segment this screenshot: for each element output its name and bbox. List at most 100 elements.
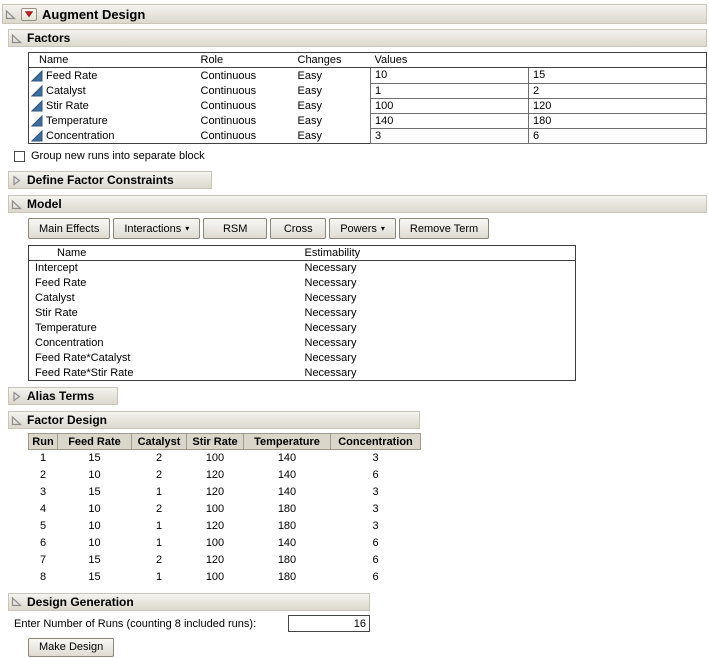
value-cell: 140 [244,535,331,552]
term-estimability-cell[interactable]: Necessary [301,336,576,351]
factor-role-cell[interactable]: Continuous [197,98,294,113]
term-estimability-cell[interactable]: Necessary [301,291,576,306]
factor-role-cell[interactable]: Continuous [197,83,294,98]
factor-row: Concentration Continuous Easy 3 6 [29,128,707,144]
group-runs-row: Group new runs into separate block [14,149,709,163]
value-cell: 3 [331,518,421,535]
factor-role-cell[interactable]: Continuous [197,68,294,84]
model-term-row: Feed Rate*CatalystNecessary [29,351,576,366]
disclosure-open-icon [11,596,22,607]
factor-low-value[interactable]: 1 [371,83,529,98]
value-cell: 6 [331,535,421,552]
disclosure-closed-icon [11,391,22,402]
rsm-button[interactable]: RSM [203,218,267,239]
factor-high-value[interactable]: 15 [529,68,707,84]
run-cell: 6 [29,535,58,552]
value-cell: 6 [331,467,421,484]
outline-header-model[interactable]: Model [8,195,707,213]
factor-name-cell[interactable]: Concentration [29,128,197,143]
factor-changes-cell[interactable]: Easy [294,83,371,98]
factor-low-value[interactable]: 10 [371,68,529,84]
disclosure-closed-icon [11,175,22,186]
term-estimability-cell[interactable]: Necessary [301,351,576,366]
value-cell: 6 [331,552,421,569]
factor-low-value[interactable]: 3 [371,128,529,144]
dropdown-arrow-icon: ▾ [185,225,189,233]
value-cell: 6 [331,569,421,586]
factor-low-value[interactable]: 140 [371,113,529,128]
factor-row: Temperature Continuous Easy 140 180 [29,113,707,128]
disclosure-open-icon [11,415,22,426]
factor-changes-cell[interactable]: Easy [294,113,371,128]
factor-name-cell[interactable]: Temperature [29,113,197,128]
term-name-cell[interactable]: Intercept [29,261,301,276]
main-effects-button[interactable]: Main Effects [28,218,110,239]
factor-name-cell[interactable]: Catalyst [29,83,197,98]
term-name-cell[interactable]: Concentration [29,336,301,351]
term-estimability-cell[interactable]: Necessary [301,306,576,321]
factor-name-cell[interactable]: Feed Rate [29,68,197,83]
design-row: 31511201403 [29,484,421,501]
remove-term-button[interactable]: Remove Term [399,218,489,239]
term-name-cell[interactable]: Temperature [29,321,301,336]
model-col-estimability: Estimability [301,246,576,261]
outline-header-augment-design[interactable]: Augment Design [2,4,707,24]
term-estimability-cell[interactable]: Necessary [301,261,576,276]
value-cell: 1 [132,535,187,552]
factor-role-cell[interactable]: Continuous [197,113,294,128]
outline-header-design-generation[interactable]: Design Generation [8,593,370,611]
continuous-factor-icon [31,100,43,112]
cross-button[interactable]: Cross [270,218,326,239]
value-cell: 3 [331,501,421,518]
factors-table: Name Role Changes Values Feed Rate Conti… [28,52,707,144]
factor-high-value[interactable]: 2 [529,83,707,98]
term-name-cell[interactable]: Feed Rate*Catalyst [29,351,301,366]
term-estimability-cell[interactable]: Necessary [301,321,576,336]
factor-role-cell[interactable]: Continuous [197,128,294,144]
disclosure-open-icon [11,33,22,44]
factor-changes-cell[interactable]: Easy [294,68,371,84]
design-col-temperature: Temperature [244,434,331,450]
value-cell: 100 [187,501,244,518]
outline-header-factors[interactable]: Factors [8,29,707,47]
interactions-button[interactable]: Interactions▾ [113,218,200,239]
design-row: 21021201406 [29,467,421,484]
outline-header-alias-terms[interactable]: Alias Terms [8,387,118,405]
design-row: 51011201803 [29,518,421,535]
factor-high-value[interactable]: 6 [529,128,707,144]
term-estimability-cell[interactable]: Necessary [301,276,576,291]
design-col-run: Run [29,434,58,450]
factor-changes-cell[interactable]: Easy [294,98,371,113]
augment-design-window: Augment Design Factors Name Role Changes… [0,0,709,658]
red-triangle-menu-button[interactable] [21,8,37,21]
continuous-factor-icon [31,70,43,82]
value-cell: 10 [58,467,132,484]
term-estimability-cell[interactable]: Necessary [301,366,576,381]
outline-header-define-factor-constraints[interactable]: Define Factor Constraints [8,171,212,189]
factors-col-changes: Changes [294,53,371,68]
value-cell: 140 [244,467,331,484]
term-name-cell[interactable]: Feed Rate*Stir Rate [29,366,301,381]
number-of-runs-row: Enter Number of Runs (counting 8 include… [14,615,370,633]
factor-high-value[interactable]: 120 [529,98,707,113]
factor-low-value[interactable]: 100 [371,98,529,113]
factor-changes-cell[interactable]: Easy [294,128,371,144]
term-name-cell[interactable]: Feed Rate [29,276,301,291]
powers-button[interactable]: Powers▾ [329,218,396,239]
model-term-row: ConcentrationNecessary [29,336,576,351]
value-cell: 180 [244,501,331,518]
disclosure-open-icon [5,9,16,20]
group-runs-checkbox[interactable] [14,151,25,162]
outline-header-factor-design[interactable]: Factor Design [8,411,420,429]
page-title: Augment Design [42,7,145,22]
make-design-button[interactable]: Make Design [28,638,114,657]
num-runs-input[interactable] [288,615,370,632]
dropdown-arrow-icon: ▾ [381,225,385,233]
term-name-cell[interactable]: Catalyst [29,291,301,306]
factor-name-cell[interactable]: Stir Rate [29,98,197,113]
factor-high-value[interactable]: 180 [529,113,707,128]
term-name-cell[interactable]: Stir Rate [29,306,301,321]
run-cell: 2 [29,467,58,484]
design-col-feed-rate: Feed Rate [58,434,132,450]
value-cell: 100 [187,535,244,552]
